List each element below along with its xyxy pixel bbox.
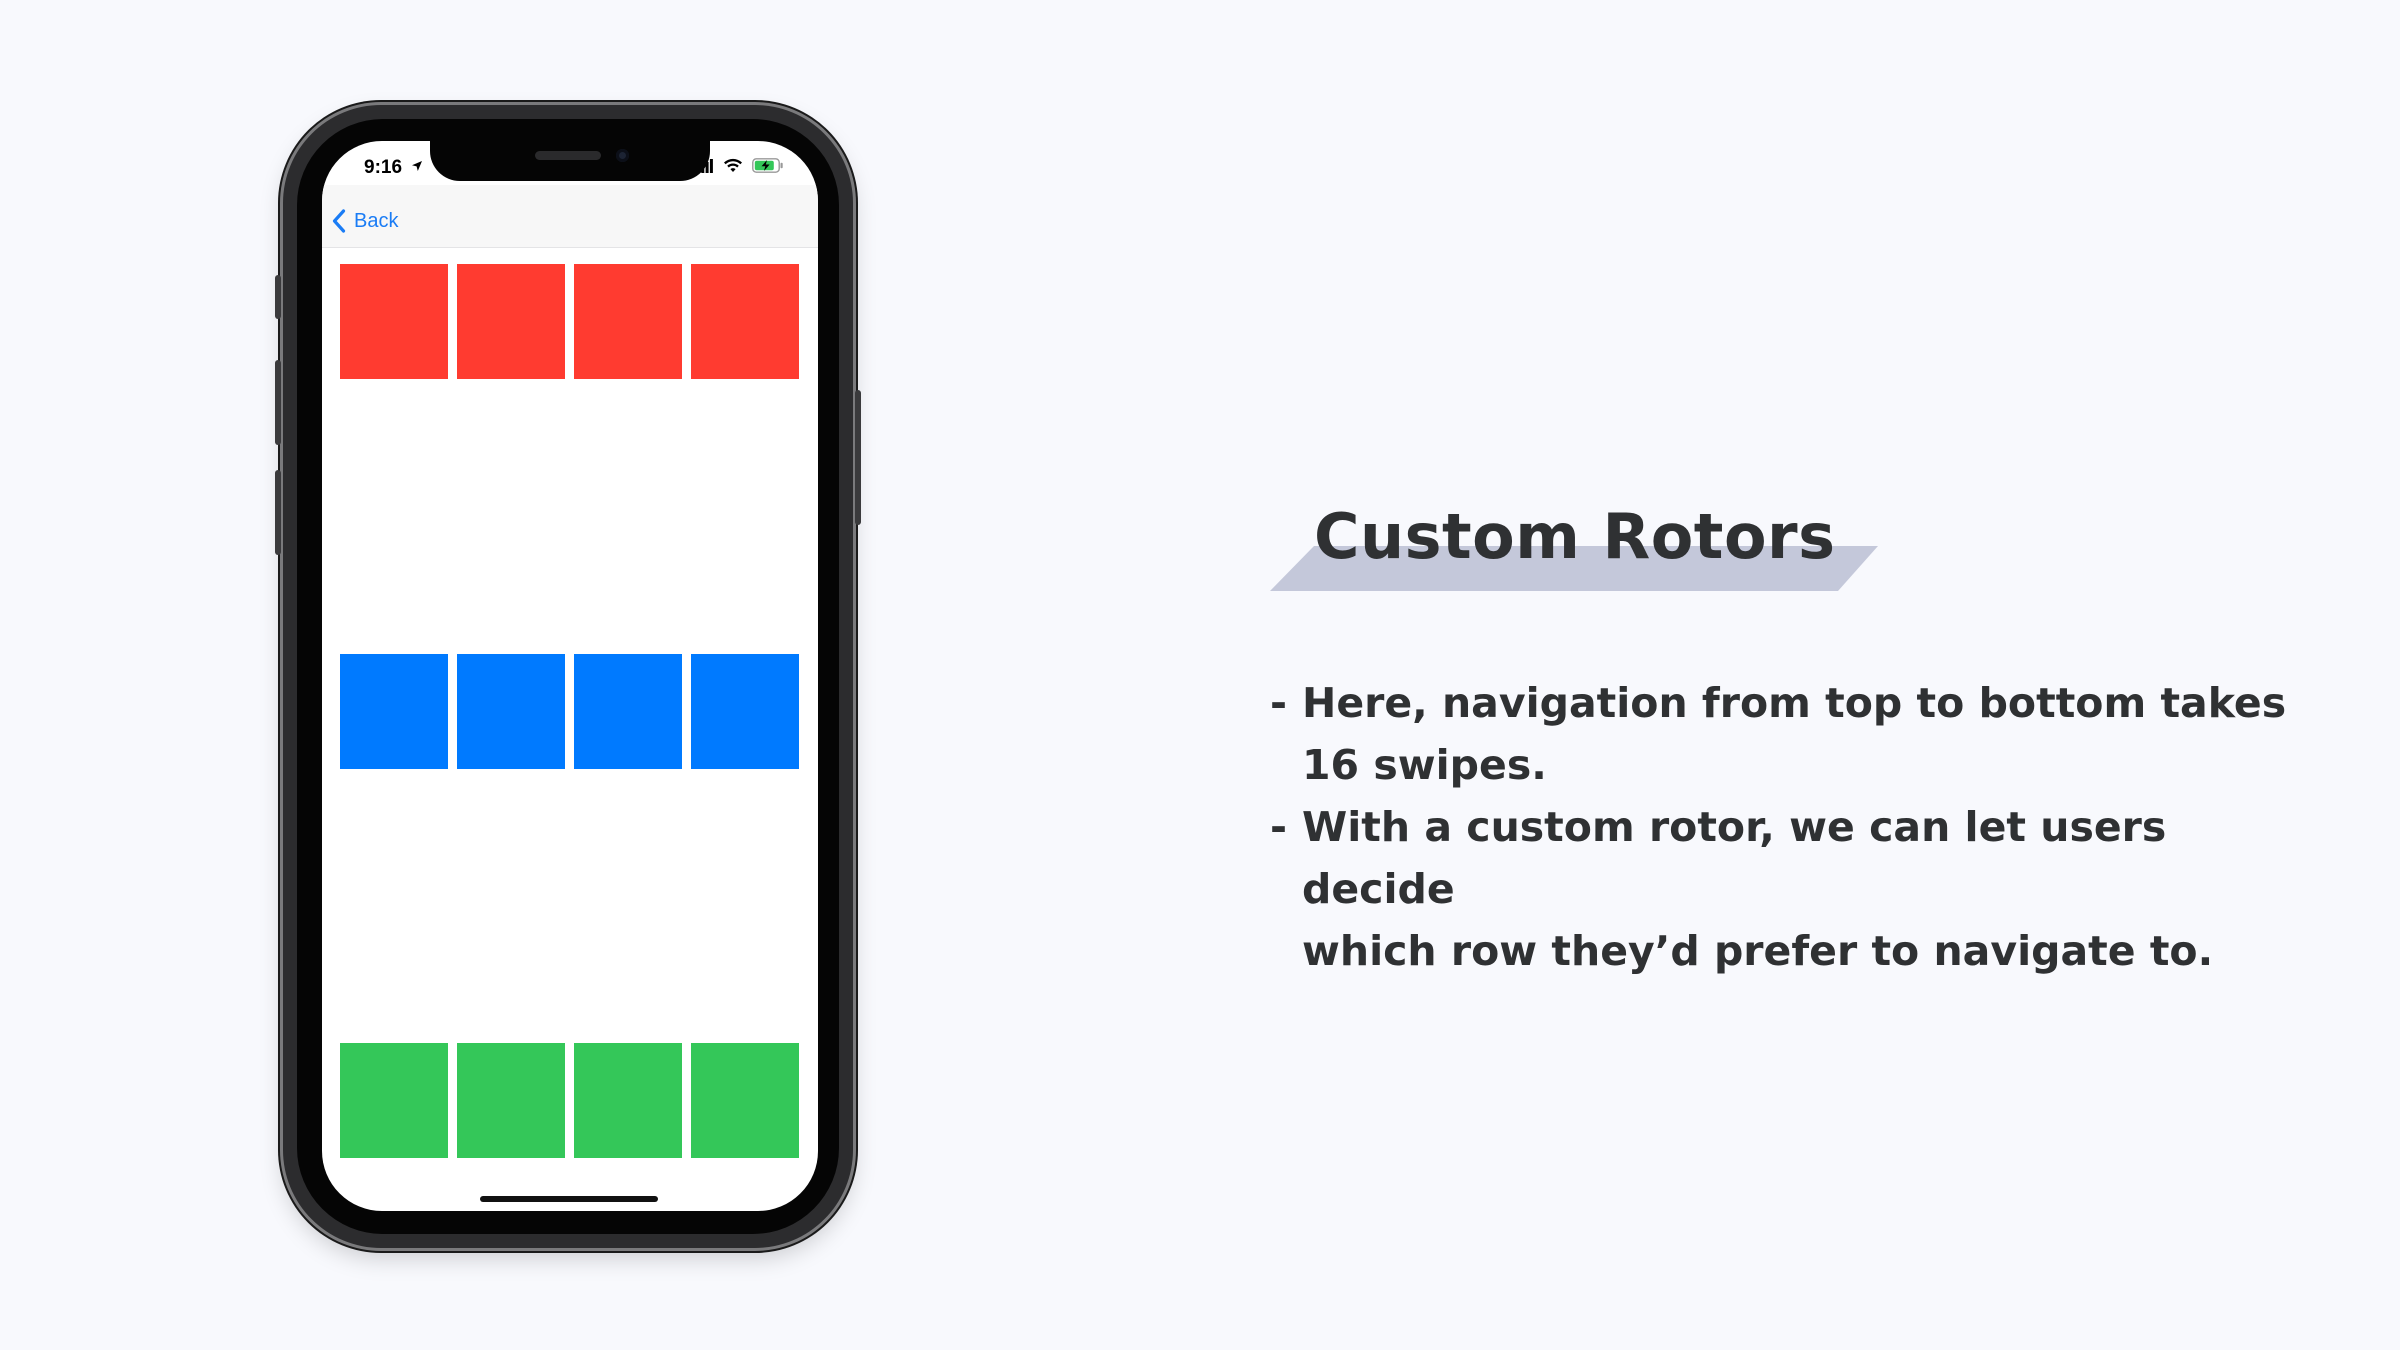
silent-switch bbox=[275, 275, 281, 319]
slide-title: Custom Rotors bbox=[1314, 500, 1836, 573]
tile-green[interactable] bbox=[340, 1043, 448, 1158]
back-label: Back bbox=[354, 209, 399, 232]
volume-down-button bbox=[275, 470, 281, 555]
bullet-dash: - bbox=[1270, 679, 1288, 727]
bullet-line: which row they’d prefer to navigate to. bbox=[1302, 927, 2214, 975]
earpiece-speaker bbox=[535, 151, 601, 160]
tile-blue[interactable] bbox=[340, 654, 448, 769]
bullet-item: - Here, navigation from top to bottom ta… bbox=[1270, 672, 2330, 796]
bullet-line: With a custom rotor, we can let users de… bbox=[1302, 803, 2167, 913]
tile-red[interactable] bbox=[691, 264, 799, 379]
wifi-icon bbox=[724, 158, 742, 172]
tile-blue[interactable] bbox=[574, 654, 682, 769]
battery-charging-icon bbox=[752, 158, 783, 173]
bullet-dash: - bbox=[1270, 803, 1288, 851]
bullet-item: - With a custom rotor, we can let users … bbox=[1270, 796, 2330, 982]
tile-blue[interactable] bbox=[691, 654, 799, 769]
bullet-line: Here, navigation from top to bottom take… bbox=[1302, 679, 2287, 727]
phone-notch bbox=[430, 141, 710, 181]
volume-up-button bbox=[275, 360, 281, 445]
bullet-line: 16 swipes. bbox=[1302, 741, 1547, 789]
tile-red[interactable] bbox=[457, 264, 565, 379]
front-camera bbox=[616, 149, 629, 162]
tile-red[interactable] bbox=[574, 264, 682, 379]
tile-blue[interactable] bbox=[457, 654, 565, 769]
tile-green[interactable] bbox=[574, 1043, 682, 1158]
bullet-list: - Here, navigation from top to bottom ta… bbox=[1270, 672, 2330, 982]
location-arrow-icon bbox=[412, 161, 422, 171]
chevron-left-icon bbox=[332, 209, 346, 233]
back-button[interactable]: Back bbox=[332, 207, 398, 235]
tile-green[interactable] bbox=[457, 1043, 565, 1158]
tile-red[interactable] bbox=[340, 264, 448, 379]
phone-screen: 9:16 Back bbox=[322, 141, 818, 1211]
home-indicator bbox=[480, 1196, 658, 1202]
slide-title-block: Custom Rotors bbox=[1270, 490, 1890, 600]
status-time: 9:16 bbox=[364, 157, 403, 178]
tile-green[interactable] bbox=[691, 1043, 799, 1158]
power-button bbox=[855, 390, 861, 525]
navigation-bar: Back bbox=[322, 185, 818, 248]
